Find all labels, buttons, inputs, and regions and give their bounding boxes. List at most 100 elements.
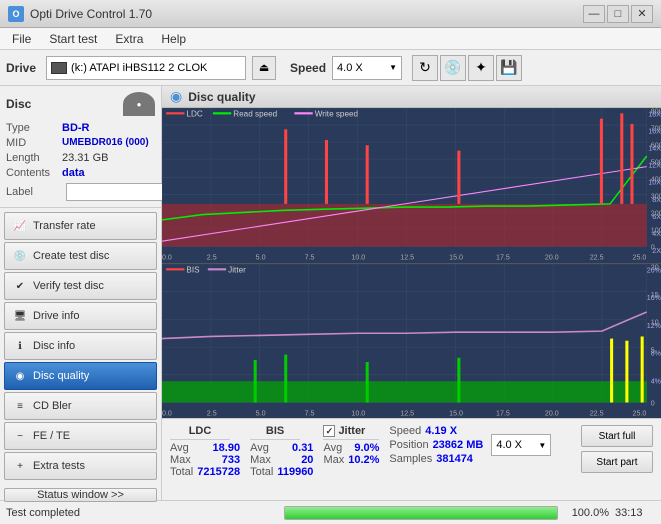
menu-extra[interactable]: Extra	[107, 30, 151, 48]
disc-quality-icon: ◉	[13, 369, 27, 383]
svg-text:12.5: 12.5	[400, 408, 414, 417]
disc-length-row: Length 23.31 GB	[6, 152, 155, 164]
right-panel: ◉ Disc quality	[162, 86, 661, 500]
nav-cd-bler[interactable]: ≡ CD Bler	[4, 392, 157, 420]
erase-button[interactable]: ✦	[468, 55, 494, 81]
ldc-stats: LDC Avg 18.90 Max 733 Total 7215728	[170, 425, 240, 478]
eject-button[interactable]: ⏏	[252, 56, 276, 80]
speed-value: 4.0 X	[337, 62, 363, 74]
contents-value: data	[62, 167, 85, 179]
svg-text:18X: 18X	[648, 109, 661, 118]
burn-button[interactable]: 💿	[440, 55, 466, 81]
disc-section-label: Disc	[6, 97, 31, 111]
drive-select[interactable]: (k:) ATAPI iHBS112 2 CLOK	[46, 56, 246, 80]
svg-text:8X: 8X	[652, 195, 661, 204]
start-full-button[interactable]: Start full	[581, 425, 653, 447]
nav-disc-info[interactable]: ℹ Disc info	[4, 332, 157, 360]
disc-icon: ●	[123, 92, 155, 116]
nav-verify-test-disc[interactable]: ✔ Verify test disc	[4, 272, 157, 300]
menu-help[interactable]: Help	[153, 30, 194, 48]
svg-text:12X: 12X	[648, 161, 661, 170]
transfer-rate-icon: 📈	[13, 219, 27, 233]
svg-text:25.0: 25.0	[632, 408, 646, 417]
refresh-button[interactable]: ↻	[412, 55, 438, 81]
svg-text:20.0: 20.0	[545, 252, 559, 261]
svg-text:15.0: 15.0	[449, 408, 463, 417]
nav-transfer-rate-label: Transfer rate	[33, 220, 96, 232]
samples-label: Samples	[389, 453, 432, 465]
status-window-button[interactable]: Status window >>	[4, 488, 157, 502]
length-value: 23.31 GB	[62, 152, 108, 164]
save-button[interactable]: 💾	[496, 55, 522, 81]
verify-test-disc-icon: ✔	[13, 279, 27, 293]
nav-transfer-rate[interactable]: 📈 Transfer rate	[4, 212, 157, 240]
start-part-label: Start part	[596, 457, 637, 468]
svg-text:22.5: 22.5	[590, 408, 604, 417]
speed-row-group: Speed 4.19 X Position 23862 MB Samples 3…	[389, 425, 571, 465]
length-label: Length	[6, 152, 62, 164]
jitter-header: Jitter	[338, 425, 365, 437]
nav-fe-te-label: FE / TE	[33, 430, 70, 442]
speed-select[interactable]: 4.0 X ▼	[332, 56, 402, 80]
bis-avg-row: Avg 0.31	[250, 442, 313, 454]
nav-extra-tests[interactable]: + Extra tests	[4, 452, 157, 480]
ldc-avg-value: 18.90	[213, 442, 241, 454]
nav-disc-quality[interactable]: ◉ Disc quality	[4, 362, 157, 390]
ldc-total-row: Total 7215728	[170, 466, 240, 478]
svg-text:LDC: LDC	[186, 108, 202, 118]
close-button[interactable]: ✕	[631, 5, 653, 23]
nav-drive-info[interactable]: 🖥 Drive info	[4, 302, 157, 330]
bis-max-row: Max 20	[250, 454, 313, 466]
svg-text:4X: 4X	[652, 229, 661, 238]
menu-start-test[interactable]: Start test	[41, 30, 105, 48]
jitter-checkbox[interactable]: ✓	[323, 425, 335, 437]
status-bar: Test completed 100.0% 33:13	[0, 500, 661, 524]
svg-text:12%: 12%	[647, 320, 661, 329]
samples-value: 381474	[436, 453, 473, 465]
bottom-chart: 20 15 10 5 0 0.0 2.5 5.0 7.5 10.0 12.5 1…	[162, 264, 661, 419]
nav-disc-info-label: Disc info	[33, 340, 75, 352]
bottom-chart-svg: 20 15 10 5 0 0.0 2.5 5.0 7.5 10.0 12.5 1…	[162, 264, 661, 419]
bis-stats: BIS Avg 0.31 Max 20 Total 119960	[250, 425, 313, 478]
jitter-max-row: Max 10.2%	[323, 454, 379, 466]
title-bar-controls: — □ ✕	[583, 5, 653, 23]
jitter-header-row: ✓ Jitter	[323, 425, 379, 440]
jitter-avg-label: Avg	[323, 442, 342, 454]
svg-text:16%: 16%	[647, 293, 661, 302]
main-area: Disc ● Type BD-R MID UMEBDR016 (000) Len…	[0, 86, 661, 500]
top-chart-svg: 800 700 600 500 400 300 200 100 0 0.0 2.…	[162, 108, 661, 263]
nav-disc-quality-label: Disc quality	[33, 370, 89, 382]
disc-contents-row: Contents data	[6, 167, 155, 179]
nav-fe-te[interactable]: ~ FE / TE	[4, 422, 157, 450]
menu-file[interactable]: File	[4, 30, 39, 48]
nav-extra-tests-label: Extra tests	[33, 460, 85, 472]
svg-text:10X: 10X	[648, 178, 661, 187]
svg-text:2X: 2X	[652, 246, 661, 255]
fe-te-icon: ~	[13, 429, 27, 443]
time-label: 33:13	[615, 507, 655, 519]
maximize-button[interactable]: □	[607, 5, 629, 23]
speed-select[interactable]: 4.0 X ▼	[491, 434, 551, 456]
speed-select-arrow: ▼	[538, 441, 546, 450]
svg-text:17.5: 17.5	[496, 252, 510, 261]
start-part-button[interactable]: Start part	[581, 451, 653, 473]
ldc-max-value: 733	[222, 454, 240, 466]
svg-text:2.5: 2.5	[207, 408, 217, 417]
bis-total-label: Total	[250, 466, 273, 478]
svg-text:16X: 16X	[648, 126, 661, 135]
svg-text:2.5: 2.5	[207, 252, 217, 261]
svg-text:14X: 14X	[648, 143, 661, 152]
bis-max-value: 20	[301, 454, 313, 466]
label-input[interactable]	[66, 183, 166, 201]
ldc-avg-label: Avg	[170, 442, 189, 454]
extra-tests-icon: +	[13, 459, 27, 473]
bis-header: BIS	[250, 425, 300, 440]
svg-text:BIS: BIS	[186, 264, 200, 274]
left-panel: Disc ● Type BD-R MID UMEBDR016 (000) Len…	[0, 86, 162, 500]
status-window-label: Status window >>	[37, 489, 124, 501]
nav-drive-info-label: Drive info	[33, 310, 79, 322]
nav-create-test-disc[interactable]: 💿 Create test disc	[4, 242, 157, 270]
svg-text:Jitter: Jitter	[228, 264, 246, 274]
minimize-button[interactable]: —	[583, 5, 605, 23]
svg-text:4%: 4%	[651, 376, 661, 385]
